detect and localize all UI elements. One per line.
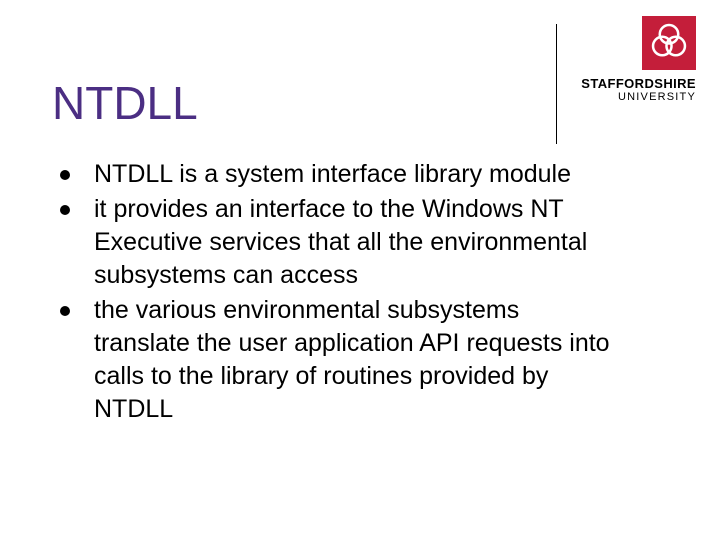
- bullet-icon: [60, 205, 70, 215]
- list-item: it provides an interface to the Windows …: [60, 193, 620, 292]
- brand-text: STAFFORDSHIRE UNIVERSITY: [578, 76, 696, 103]
- list-item: the various environmental subsystems tra…: [60, 294, 620, 426]
- bullet-text: NTDLL is a system interface library modu…: [94, 158, 571, 191]
- bullet-text: it provides an interface to the Windows …: [94, 193, 620, 292]
- bullet-icon: [60, 170, 70, 180]
- slide-content: NTDLL is a system interface library modu…: [60, 158, 620, 426]
- brand-line2: UNIVERSITY: [578, 91, 696, 103]
- brand-mark: [642, 16, 696, 70]
- list-item: NTDLL is a system interface library modu…: [60, 158, 620, 191]
- knot-icon: [648, 20, 690, 67]
- bullet-text: the various environmental subsystems tra…: [94, 294, 620, 426]
- bullet-icon: [60, 306, 70, 316]
- brand-line1: STAFFORDSHIRE: [578, 76, 696, 91]
- slide: STAFFORDSHIRE UNIVERSITY NTDLL NTDLL is …: [0, 0, 720, 540]
- brand-logo-block: STAFFORDSHIRE UNIVERSITY: [578, 16, 696, 103]
- logo-divider: [556, 24, 557, 144]
